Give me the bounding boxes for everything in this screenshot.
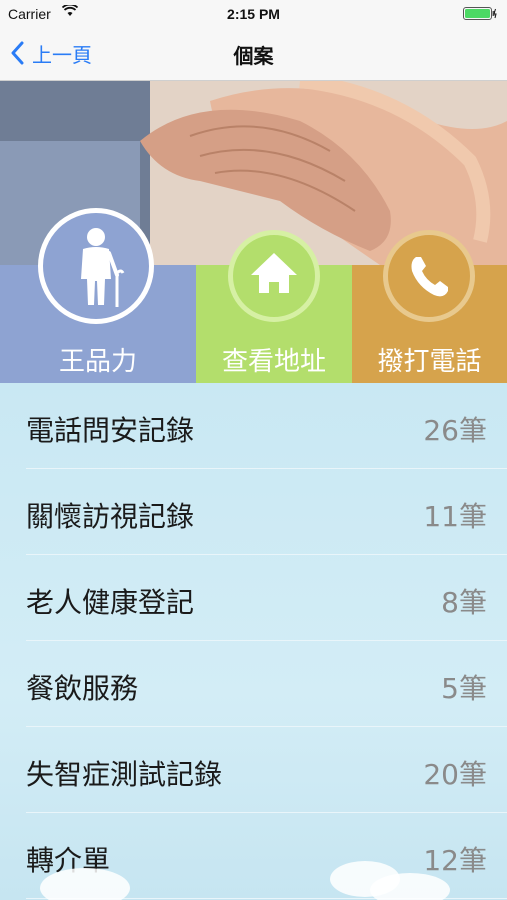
- list-item[interactable]: 老人健康登記 8筆: [0, 555, 507, 641]
- record-count: 8筆: [441, 586, 487, 619]
- record-count: 20筆: [423, 758, 487, 791]
- cloud-decoration: [40, 868, 130, 900]
- list-item[interactable]: 關懷訪視記錄 11筆: [0, 469, 507, 555]
- record-count: 5筆: [441, 672, 487, 705]
- action-tiles: 王品力 查看地址 撥打電話: [0, 208, 507, 383]
- clock: 2:15 PM: [227, 6, 280, 22]
- record-label: 老人健康登記: [26, 586, 195, 619]
- elderly-person-icon: [38, 208, 154, 324]
- record-count: 11筆: [423, 500, 487, 533]
- page-title: 個案: [233, 44, 274, 68]
- view-address-label: 查看地址: [221, 347, 326, 377]
- record-label: 關懷訪視記錄: [26, 500, 195, 533]
- call-phone-label: 撥打電話: [377, 347, 482, 377]
- list-item[interactable]: 電話問安記錄 26筆: [0, 383, 507, 469]
- home-icon: [228, 230, 320, 322]
- phone-icon: [383, 230, 475, 322]
- cloud-decoration: [370, 873, 450, 900]
- list-item[interactable]: 失智症測試記錄 20筆: [0, 727, 507, 813]
- battery-icon: [463, 7, 497, 20]
- record-list: 電話問安記錄 26筆 關懷訪視記錄 11筆 老人健康登記 8筆 餐飲服務 5筆 …: [0, 383, 507, 900]
- navigation-bar: 上一頁 個案: [0, 28, 507, 81]
- record-label: 失智症測試記錄: [26, 758, 223, 791]
- person-name: 王品力: [58, 347, 137, 377]
- status-bar: Carrier 2:15 PM: [0, 0, 507, 28]
- record-label: 電話問安記錄: [26, 414, 195, 447]
- record-label: 餐飲服務: [26, 672, 139, 705]
- list-item[interactable]: 餐飲服務 5筆: [0, 641, 507, 727]
- record-count: 26筆: [423, 414, 487, 447]
- record-count: 12筆: [423, 844, 487, 877]
